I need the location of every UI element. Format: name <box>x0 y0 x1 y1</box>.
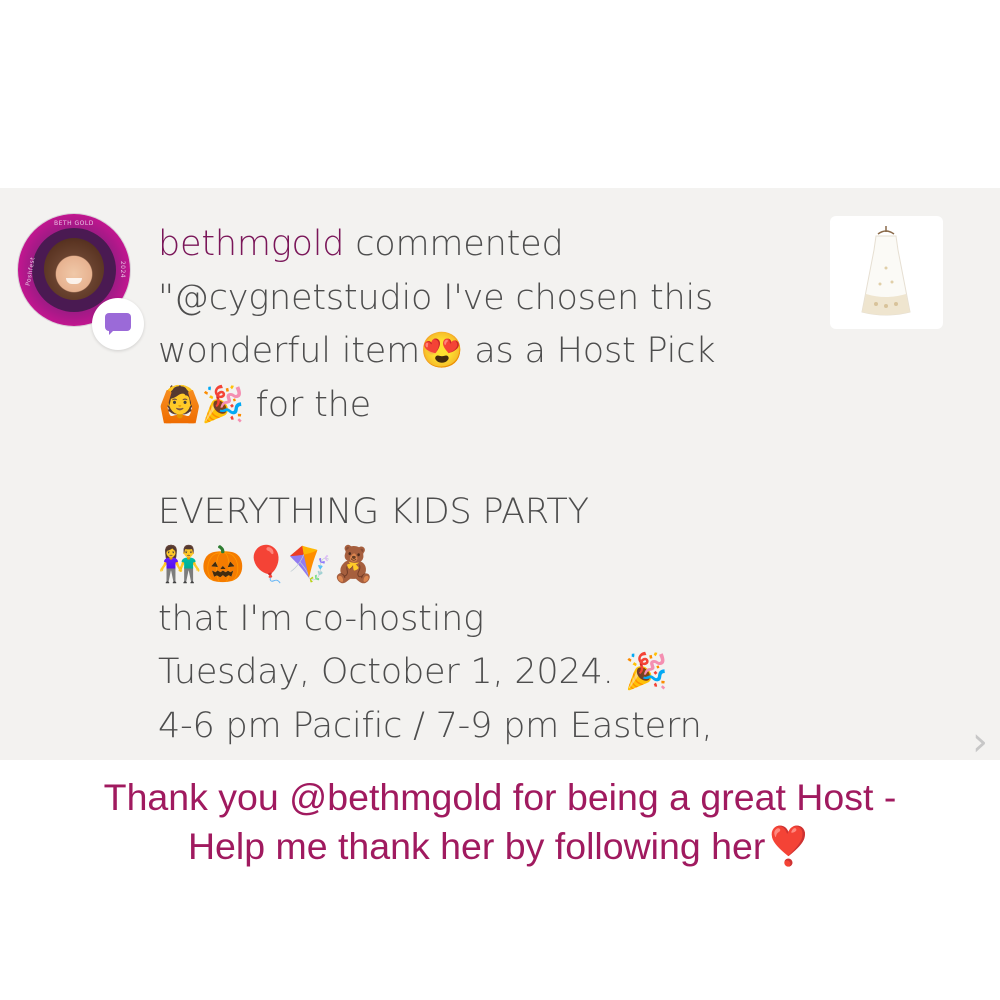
white-dress-item-photo <box>861 226 911 316</box>
item-thumbnail[interactable] <box>830 216 943 329</box>
comment-line: 4-6 pm Pacific / 7-9 pm Eastern, <box>158 705 713 746</box>
comment-blank-line <box>158 432 808 486</box>
chevron-right-icon[interactable]: › <box>972 722 1000 760</box>
comment-bubble-icon <box>105 313 131 335</box>
avatar-ring-text: BETH GOLD <box>54 220 94 227</box>
comment-badge <box>92 298 144 350</box>
comment-emoji-line: 👫🎃🎈🪁🧸 <box>158 545 375 585</box>
comment-body[interactable]: bethmgold commented "@cygnetstudio I've … <box>158 218 808 753</box>
comment-line: Tuesday, October 1, 2024. 🎉 <box>158 652 668 692</box>
comment-line: 🙆🎉 for the <box>158 384 371 425</box>
comment-line: EVERYTHING KIDS PARTY <box>158 491 589 532</box>
caption-line: Thank you @bethmgold for being a great H… <box>103 776 897 818</box>
comment-header: bethmgold commented <box>158 218 808 272</box>
comment-line: that I'm co-hosting <box>158 598 484 639</box>
caption: Thank you @bethmgold for being a great H… <box>0 773 1000 871</box>
comment-notification[interactable]: BETH GOLD 2024 Poshfest bethmgold commen… <box>0 188 1000 760</box>
comment-line: "@cygnetstudio I've chosen this <box>158 277 714 318</box>
avatar-ring-year: 2024 <box>119 260 127 279</box>
comment-line: wonderful item😍 as a Host Pick <box>158 331 716 371</box>
page: BETH GOLD 2024 Poshfest bethmgold commen… <box>0 0 1000 1000</box>
profile-photo <box>44 238 104 300</box>
username-link[interactable]: bethmgold <box>158 224 345 264</box>
caption-line: Help me thank her by following her❣️ <box>187 825 813 867</box>
comment-action: commented <box>344 224 564 264</box>
